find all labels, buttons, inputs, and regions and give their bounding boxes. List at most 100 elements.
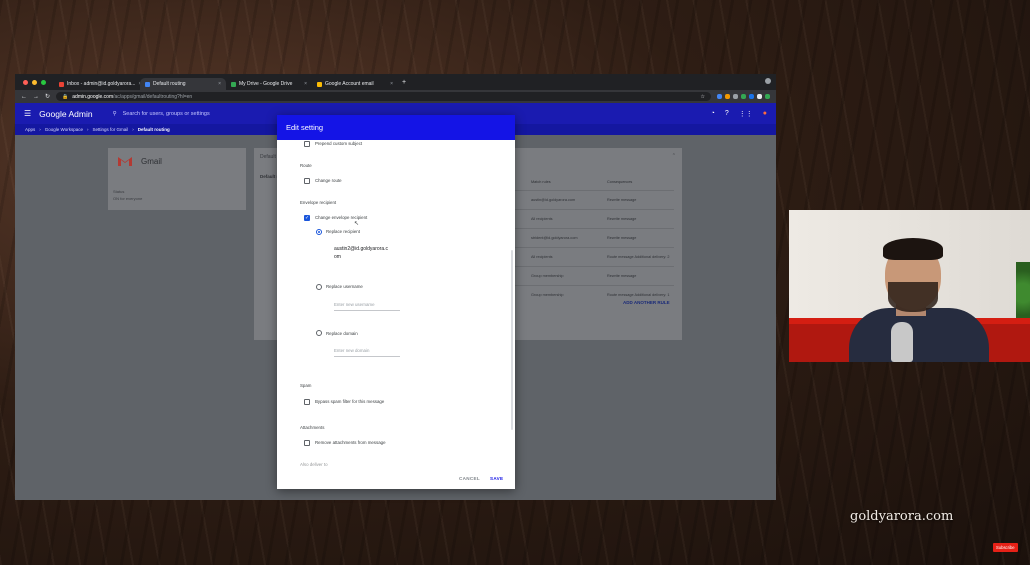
change-route-checkbox[interactable] xyxy=(304,178,310,184)
subscribe-button[interactable]: Subscribe xyxy=(993,543,1018,552)
close-window-button[interactable] xyxy=(23,80,28,85)
new-tab-button[interactable]: + xyxy=(398,79,406,90)
replace-domain-label: Replace domain xyxy=(326,331,358,336)
extension-icon[interactable] xyxy=(741,94,746,99)
apps-grid-icon[interactable]: ⋮⋮ xyxy=(739,110,753,118)
replace-username-radio[interactable] xyxy=(316,284,322,290)
url-field[interactable]: 🔒 admin.google.com/ac/apps/gmail/default… xyxy=(56,92,711,101)
rules-table: Match rules Consequences austin@id.goldy… xyxy=(509,174,674,304)
route-section-title: Route xyxy=(300,163,312,168)
remove-attachments-label: Remove attachments from message xyxy=(315,440,386,445)
table-row[interactable]: austin@id.goldyarora.com Rewrite message xyxy=(509,190,674,209)
maximize-window-button[interactable] xyxy=(41,80,46,85)
help-icon[interactable]: ? xyxy=(725,110,729,118)
gmail-logo-icon xyxy=(118,157,132,166)
gmail-title: Gmail xyxy=(141,157,162,166)
tab-inbox[interactable]: Inbox - admin@id.goldyarora... × xyxy=(54,78,140,90)
timer-icon[interactable]: ◔ xyxy=(711,110,715,118)
edit-setting-dialog: Edit setting Prepend custom subject Rout… xyxy=(277,115,515,489)
reload-icon[interactable]: ↻ xyxy=(45,93,50,100)
account-avatar-icon[interactable]: ● xyxy=(763,110,767,118)
table-cell: All recipients xyxy=(531,255,553,259)
status-value: ON for everyone xyxy=(113,196,143,201)
tab-my-drive[interactable]: My Drive - Google Drive × xyxy=(226,78,312,90)
close-tab-icon[interactable]: × xyxy=(304,81,307,87)
tab-label: Inbox - admin@id.goldyarora... xyxy=(67,81,136,87)
admin-search[interactable]: ⚲ Search for users, groups or settings xyxy=(113,111,210,117)
window-controls xyxy=(15,80,54,90)
breadcrumb-apps[interactable]: Apps xyxy=(25,127,35,132)
dialog-body: Prepend custom subject Route Change rout… xyxy=(277,140,515,489)
tab-label: My Drive - Google Drive xyxy=(239,81,293,87)
table-cell: Rewrite message xyxy=(607,197,637,202)
table-cell: Rewrite message xyxy=(607,235,637,240)
add-another-rule-button[interactable]: ADD ANOTHER RULE xyxy=(623,300,670,305)
app-title: Google Admin xyxy=(39,108,93,119)
profile-icon[interactable] xyxy=(765,78,771,84)
presenter-beard xyxy=(888,282,938,312)
presenter-torso xyxy=(849,308,989,362)
new-domain-input[interactable]: Enter new domain xyxy=(334,348,400,357)
breadcrumb-workspace[interactable]: Google Workspace xyxy=(45,127,83,132)
extension-icon[interactable] xyxy=(725,94,730,99)
dialog-scrollbar[interactable] xyxy=(511,250,513,430)
tab-label: Default routing xyxy=(153,81,186,87)
forward-icon[interactable]: → xyxy=(33,94,39,100)
username-placeholder: Enter new username xyxy=(334,302,375,307)
bookmark-star-icon[interactable]: ☆ xyxy=(701,94,705,100)
attachments-section-title: Attachments xyxy=(300,425,325,430)
mouse-cursor-icon: ↖ xyxy=(354,221,360,227)
gmail-favicon-icon xyxy=(59,81,64,87)
table-cell: Group membership xyxy=(531,274,564,278)
table-cell: Rewrite message xyxy=(607,216,637,221)
extensions xyxy=(717,94,770,99)
gmail-app-card: Gmail Status ON for everyone xyxy=(108,148,246,210)
table-cell: Rewrite message xyxy=(607,273,637,278)
tab-google-account-email[interactable]: Google Account email × xyxy=(312,78,398,90)
extension-icon[interactable] xyxy=(765,94,770,99)
table-row[interactable]: All recipients Rewrite message xyxy=(509,209,674,228)
save-button[interactable]: SAVE xyxy=(490,476,503,481)
tab-strip: Inbox - admin@id.goldyarora... × Default… xyxy=(15,74,776,90)
extension-icon[interactable] xyxy=(757,94,762,99)
recipient-value[interactable]: austin2@id.goldyarora.c om xyxy=(334,245,388,261)
close-tab-icon[interactable]: × xyxy=(218,81,221,87)
table-row[interactable]: strident@id.goldyarora.com Rewrite messag… xyxy=(509,228,674,247)
table-row[interactable]: All recipients Route message Additional d… xyxy=(509,247,674,266)
chevron-right-icon: › xyxy=(86,127,89,132)
search-icon: ⚲ xyxy=(112,110,117,117)
microphone-icon xyxy=(891,322,913,362)
cancel-button[interactable]: CANCEL xyxy=(459,476,480,481)
url-path: /ac/apps/gmail/defaultrouting?hl=en xyxy=(113,93,193,100)
replace-domain-radio[interactable] xyxy=(316,330,322,336)
chevron-up-icon[interactable]: ⌃ xyxy=(672,153,676,159)
tab-default-routing[interactable]: Default routing × xyxy=(140,78,226,90)
webcam-overlay xyxy=(789,210,1030,362)
drive-favicon-icon xyxy=(231,81,236,87)
new-username-input[interactable]: Enter new username xyxy=(334,302,400,311)
table-row[interactable]: Group membership Rewrite message xyxy=(509,266,674,285)
back-icon[interactable]: ← xyxy=(21,94,27,100)
minimize-window-button[interactable] xyxy=(32,80,37,85)
table-cell: austin@id.goldyarora.com xyxy=(531,198,576,202)
app-bar-icons: ◔ ? ⋮⋮ ● xyxy=(711,110,767,118)
bypass-spam-checkbox[interactable] xyxy=(304,399,310,405)
extension-icon[interactable] xyxy=(733,94,738,99)
close-tab-icon[interactable]: × xyxy=(390,81,393,87)
table-cell: Route message Additional delivery: 2 xyxy=(607,254,670,259)
change-envelope-checkbox[interactable]: ✓ xyxy=(304,215,310,221)
replace-recipient-radio[interactable] xyxy=(316,229,322,235)
breadcrumb-gmail-settings[interactable]: Settings for Gmail xyxy=(92,127,128,132)
dialog-header: Edit setting xyxy=(277,115,515,140)
prepend-subject-checkbox[interactable] xyxy=(304,141,310,147)
menu-icon[interactable]: ☰ xyxy=(24,109,31,118)
header-cell: Match rules xyxy=(531,180,551,184)
table-header: Match rules Consequences xyxy=(509,174,674,190)
chevron-right-icon: › xyxy=(132,127,134,132)
table-cell: All recipients xyxy=(531,217,553,221)
prepend-subject-label: Prepend custom subject xyxy=(315,141,363,146)
extension-icon[interactable] xyxy=(749,94,754,99)
extension-icon[interactable] xyxy=(717,94,722,99)
address-bar-row: ← → ↻ 🔒 admin.google.com/ac/apps/gmail/d… xyxy=(15,90,776,103)
remove-attachments-checkbox[interactable] xyxy=(304,440,310,446)
